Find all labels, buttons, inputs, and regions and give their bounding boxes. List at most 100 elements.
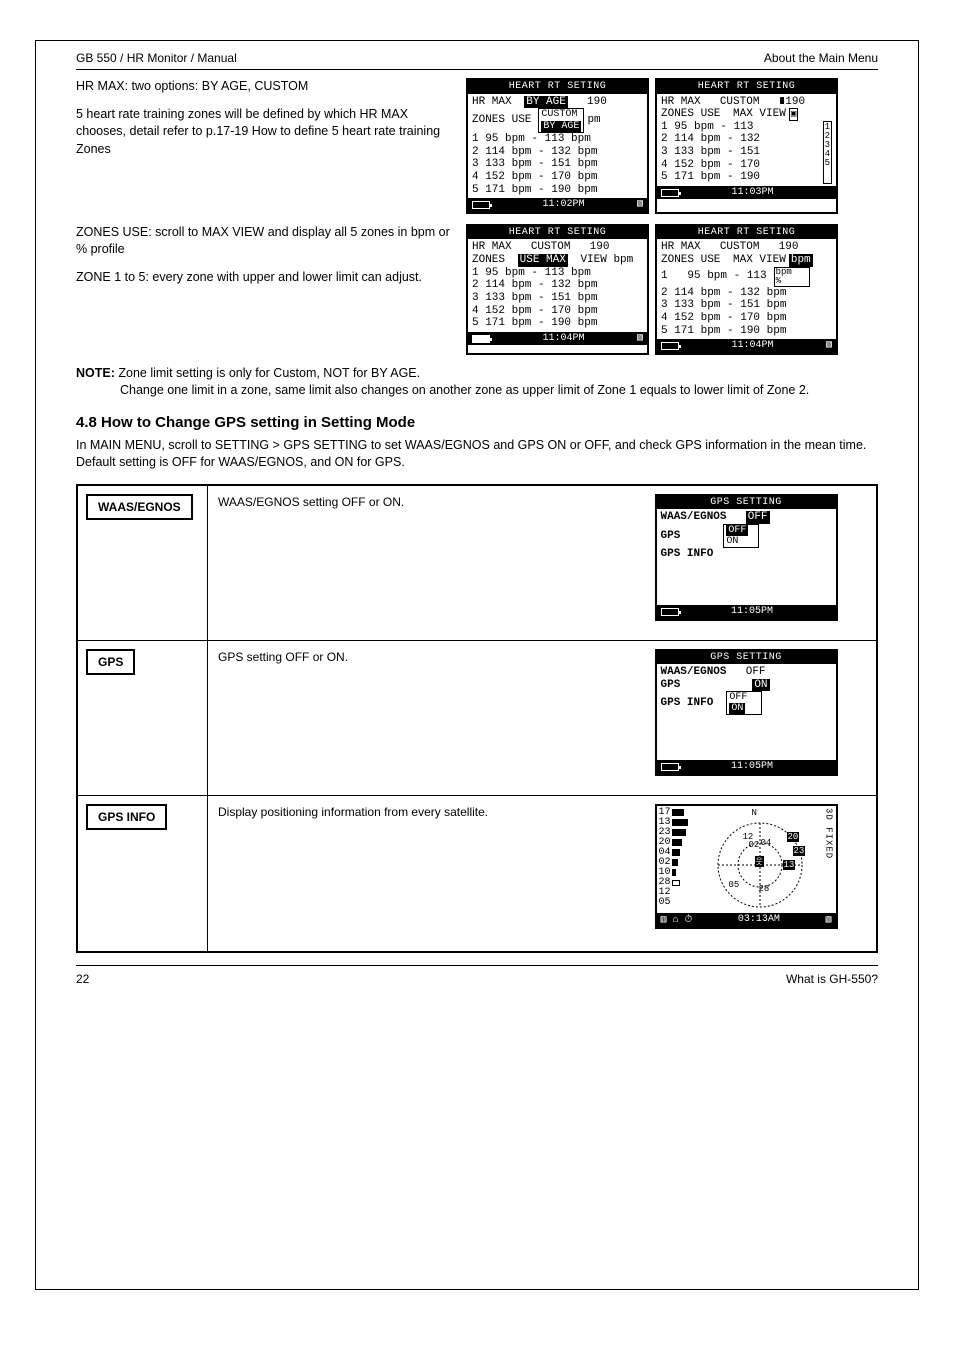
- row3-screen-cell: 17 13 23 20 04 02 10 28 12 05 N: [616, 796, 876, 951]
- lcd1-zone1: 1 95 bpm - 113 bpm: [472, 133, 643, 146]
- lcd2-hrmax-mode: CUSTOM: [720, 96, 760, 109]
- gps2-gps-label: GPS: [661, 679, 681, 691]
- battery-icon: [661, 189, 679, 197]
- lcd3-zones-label: ZONES: [472, 254, 505, 267]
- intro-line-4: ZONE 1 to 5: every zone with upper and l…: [76, 269, 456, 287]
- table-row-gps: GPS GPS setting OFF or ON. GPS SETTING W…: [78, 641, 876, 796]
- row1-label-cell: WAAS/EGNOS: [78, 486, 208, 640]
- lcd2-zone1: 1 95 bpm - 113: [661, 121, 823, 134]
- page-frame: GB 550 / HR Monitor / Manual About the M…: [35, 40, 919, 1290]
- second-text-and-screens: ZONES USE: scroll to MAX VIEW and displa…: [76, 224, 878, 355]
- row1-text: WAAS/EGNOS setting OFF or ON.: [208, 486, 616, 640]
- lcd1-zone3: 3 133 bpm - 151 bpm: [472, 158, 643, 171]
- signal-icon: ▧: [825, 914, 831, 926]
- gps2-time: 11:05PM: [731, 761, 773, 773]
- lcd1-zone2: 2 114 bpm - 132 bpm: [472, 146, 643, 159]
- gps2-title: GPS SETTING: [657, 651, 836, 665]
- intro-text: HR MAX: two options: BY AGE, CUSTOM 5 he…: [76, 78, 456, 214]
- battery-icon: [661, 608, 679, 616]
- north-label: N: [752, 808, 757, 818]
- lcd2-zone-scrollbar[interactable]: 1 2 3 4 5: [823, 121, 832, 184]
- lcd1-dropdown[interactable]: CUSTOM BY AGE: [538, 108, 584, 133]
- table-row-waas: WAAS/EGNOS WAAS/EGNOS setting OFF or ON.…: [78, 486, 876, 641]
- page-header: GB 550 / HR Monitor / Manual About the M…: [76, 51, 878, 70]
- lcd-hr-setting-4: HEART RT SETING HR MAX CUSTOM 190 ZONES …: [655, 224, 838, 355]
- lcd3-time: 11:04PM: [542, 333, 584, 345]
- battery-icon: [661, 342, 679, 350]
- signal-icon: ▧: [637, 199, 643, 211]
- signal-icon: ▧: [826, 340, 832, 352]
- lcd3-zone3: 3 133 bpm - 151 bpm: [472, 292, 643, 305]
- gps2-dropdown[interactable]: OFF ON: [726, 691, 762, 715]
- gps1-gps-label: GPS: [661, 530, 681, 542]
- second-text: ZONES USE: scroll to MAX VIEW and displa…: [76, 224, 456, 355]
- intro-line-3: ZONES USE: scroll to MAX VIEW and displa…: [76, 224, 456, 259]
- row2-screen-cell: GPS SETTING WAAS/EGNOS OFF GPS ON GPS IN…: [616, 641, 876, 795]
- table-row-gps-info: GPS INFO Display positioning information…: [78, 796, 876, 951]
- lcd4-zone4: 4 152 bpm - 170 bpm: [661, 312, 832, 325]
- signal-icon: [826, 187, 832, 199]
- gps-settings-table: WAAS/EGNOS WAAS/EGNOS setting OFF or ON.…: [76, 484, 878, 953]
- gps1-waas-value[interactable]: OFF: [746, 511, 770, 524]
- lcd1-title: HEART RT SETING: [468, 80, 647, 94]
- note-1: Zone limit setting is only for Custom, N…: [118, 366, 420, 380]
- battery-icon: [661, 763, 679, 771]
- lcd2-zone3: 3 133 bpm - 151: [661, 146, 823, 159]
- satellite-bars: 17 13 23 20 04 02 10 28 12 05: [659, 808, 688, 908]
- lcd4-zone2: 2 114 bpm - 132 bpm: [661, 287, 832, 300]
- lcd2-time: 11:03PM: [731, 187, 773, 199]
- lcd4-time: 11:04PM: [731, 340, 773, 352]
- intro-line-2: 5 heart rate training zones will be defi…: [76, 106, 456, 159]
- lcd3-zone1: 1 95 bpm - 113 bpm: [472, 267, 643, 280]
- page-footer: 22 What is GH-550?: [76, 965, 878, 986]
- waas-egnos-label: WAAS/EGNOS: [86, 494, 193, 520]
- lcd3-zone2: 2 114 bpm - 132 bpm: [472, 279, 643, 292]
- lcd2-zone5: 5 171 bpm - 190: [661, 171, 823, 184]
- top-text-and-screens: HR MAX: two options: BY AGE, CUSTOM 5 he…: [76, 78, 878, 214]
- row1-screen-cell: GPS SETTING WAAS/EGNOS OFF GPS OFF ON GP…: [616, 486, 876, 640]
- lcd4-unit-dropdown[interactable]: bpm%: [774, 267, 810, 287]
- lcd4-zone1: 1 95 bpm - 113: [661, 270, 767, 283]
- lcd2-scroll-icon[interactable]: ▣: [789, 108, 798, 120]
- gps-label: GPS: [86, 649, 135, 675]
- notes-block: NOTE: Zone limit setting is only for Cus…: [76, 365, 878, 400]
- gps2-waas-label: WAAS/EGNOS: [661, 666, 727, 678]
- gps1-title: GPS SETTING: [657, 496, 836, 510]
- note-2: Change one limit in a zone, same limit a…: [120, 382, 878, 400]
- lcd1-zones-label: ZONES USE: [472, 114, 531, 127]
- lcd4-zones-unit[interactable]: bpm: [789, 254, 813, 267]
- gps2-gps-value[interactable]: ON: [752, 679, 769, 692]
- fix-status: 3D FIXED: [824, 808, 834, 859]
- lcd1-zone4: 4 152 bpm - 170 bpm: [472, 171, 643, 184]
- lcd-gps-2: GPS SETTING WAAS/EGNOS OFF GPS ON GPS IN…: [655, 649, 838, 776]
- lcd1-time: 11:02PM: [542, 199, 584, 211]
- row3-text: Display positioning information from eve…: [208, 796, 616, 951]
- note-heading: NOTE:: [76, 366, 115, 380]
- lcd-hr-setting-1: HEART RT SETING HR MAX BY AGE 190 ZONES …: [466, 78, 649, 214]
- gps1-info-label: GPS INFO: [661, 548, 714, 560]
- gps2-info-label: GPS INFO: [661, 697, 714, 709]
- lcd4-zone5: 5 171 bpm - 190 bpm: [661, 325, 832, 338]
- gps-info-time: 03:13AM: [738, 914, 780, 926]
- intro-line-1: HR MAX: two options: BY AGE, CUSTOM: [76, 78, 456, 96]
- lcd4-zones-mode: MAX VIEW: [733, 254, 786, 267]
- lcd1-hrmax-val: 190: [587, 96, 607, 109]
- lcd-gps-1: GPS SETTING WAAS/EGNOS OFF GPS OFF ON GP…: [655, 494, 838, 621]
- gps1-dropdown[interactable]: OFF ON: [723, 524, 759, 548]
- lcd2-hrmax-label: HR MAX: [661, 96, 701, 109]
- lcd-hr-setting-2: HEART RT SETING HR MAX CUSTOM ∎190 ZONES…: [655, 78, 838, 214]
- section-heading: 4.8 How to Change GPS setting in Setting…: [76, 414, 878, 431]
- lcd1-hrmax-label: HR MAX: [472, 96, 512, 109]
- gps-info-label: GPS INFO: [86, 804, 167, 830]
- lcd3-zone5: 5 171 bpm - 190 bpm: [472, 317, 643, 330]
- lcd3-zones-sel[interactable]: USE MAX: [518, 254, 568, 267]
- header-left: GB 550 / HR Monitor / Manual: [76, 51, 237, 65]
- row2-text: GPS setting OFF or ON.: [208, 641, 616, 795]
- signal-icon: ▧: [637, 333, 643, 345]
- row3-label-cell: GPS INFO: [78, 796, 208, 951]
- lcd3-hrmax-mode: CUSTOM: [531, 241, 571, 254]
- lcd3-zones-tail: VIEW bpm: [580, 254, 633, 267]
- lcd-gps-info: 17 13 23 20 04 02 10 28 12 05 N: [655, 804, 838, 929]
- lcd1-hrmax-mode[interactable]: BY AGE: [524, 96, 568, 109]
- lcd2-title: HEART RT SETING: [657, 80, 836, 94]
